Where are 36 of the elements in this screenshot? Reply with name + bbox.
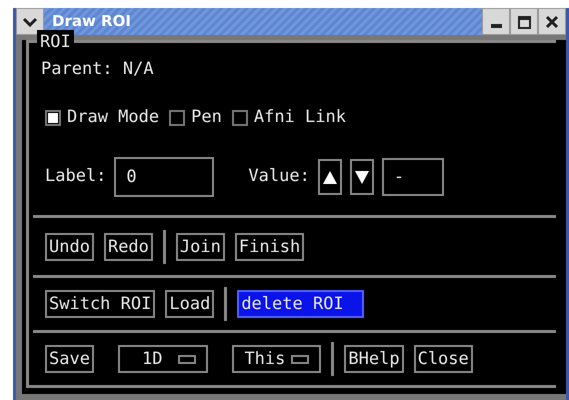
push-button[interactable]: Redo <box>104 232 153 260</box>
parent-label: Parent: N/A <box>40 58 154 81</box>
chevron-down-icon <box>22 16 38 28</box>
push-button[interactable]: BHelp <box>344 345 404 373</box>
up-triangle-icon <box>322 169 338 185</box>
minimize-icon <box>490 24 502 28</box>
checkbox-label: Draw Mode <box>67 106 160 130</box>
option-button[interactable]: This <box>232 345 322 373</box>
value-caption: Value: <box>248 165 310 188</box>
window-menu-button[interactable] <box>16 8 44 35</box>
checkbox[interactable] <box>232 110 248 126</box>
window-title: Draw ROI <box>51 11 131 32</box>
increment-button[interactable] <box>318 159 342 195</box>
option-button[interactable]: 1D <box>118 345 208 373</box>
label-caption: Label: <box>45 165 106 188</box>
close-icon <box>544 14 560 30</box>
maximize-icon <box>516 14 532 30</box>
push-button[interactable]: Finish <box>234 232 304 260</box>
push-button[interactable]: Load <box>165 290 214 318</box>
maximize-button[interactable] <box>510 8 538 35</box>
checkbox[interactable] <box>45 110 61 126</box>
label-field[interactable]: 0 <box>114 157 214 197</box>
checkbox[interactable] <box>169 110 186 126</box>
push-button[interactable]: Join <box>176 232 225 260</box>
push-button[interactable]: Switch ROI <box>45 290 156 318</box>
close-button[interactable] <box>538 8 566 35</box>
decrement-button[interactable] <box>350 159 374 195</box>
push-button[interactable]: Save <box>45 345 94 373</box>
down-triangle-icon <box>354 169 370 185</box>
minimize-button[interactable] <box>482 8 510 35</box>
push-button[interactable]: delete ROI <box>237 290 364 318</box>
checkbox-label: Afni Link <box>254 106 346 130</box>
value-field[interactable]: - <box>382 158 444 196</box>
checkbox-label: Pen <box>191 106 222 130</box>
push-button[interactable]: Undo <box>45 232 94 260</box>
push-button[interactable]: Close <box>414 345 473 373</box>
